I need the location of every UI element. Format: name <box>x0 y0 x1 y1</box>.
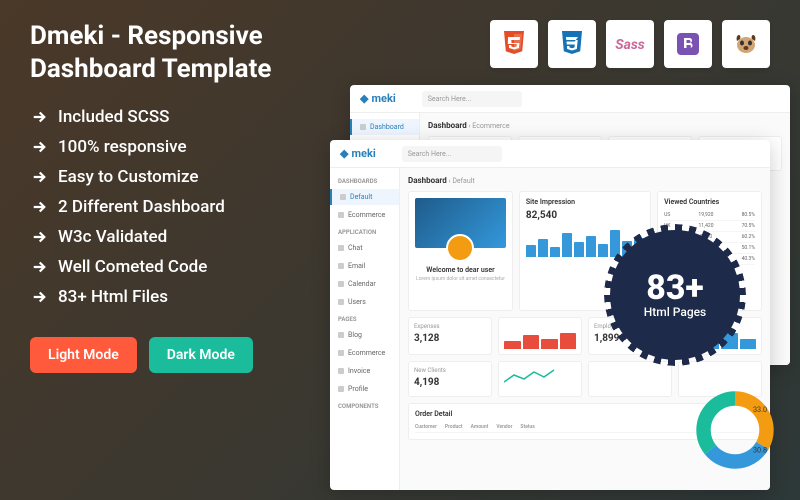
light-mode-button[interactable]: Light Mode <box>30 337 137 373</box>
svg-text:30.8: 30.8 <box>753 446 767 455</box>
sidebar-heading: Components <box>330 399 399 414</box>
breadcrumb: Dashboard › Ecommerce <box>428 121 782 130</box>
feature-text: 100% responsive <box>58 137 187 157</box>
arrow-icon <box>30 168 48 186</box>
feature-text: Well Cometed Code <box>58 257 207 277</box>
sidebar-heading: Dashboards <box>330 174 399 189</box>
expenses-card: Expenses3,128 <box>408 317 492 355</box>
page-title: Dmeki - Responsive Dashboard Template <box>30 20 360 85</box>
svg-text:Sass: Sass <box>615 37 645 53</box>
arrow-icon <box>30 228 48 246</box>
sidebar-item-ecommerce[interactable]: Ecommerce <box>330 207 399 223</box>
welcome-sub: Lorem ipsum dolor sit amet consectetur <box>415 276 506 282</box>
newclients-card: New Clients4,198 <box>408 361 492 397</box>
sidebar-item-dashboard[interactable]: Dashboard <box>350 119 419 135</box>
sidebar-item-default[interactable]: Default <box>330 189 399 205</box>
feature-list: Included SCSS 100% responsive Easy to Cu… <box>30 107 360 307</box>
profile-card: Welcome to dear user Lorem ipsum dolor s… <box>408 191 513 311</box>
css3-icon <box>548 20 596 68</box>
html5-icon <box>490 20 538 68</box>
feature-text: 83+ Html Files <box>58 287 168 307</box>
arrow-icon <box>30 108 48 126</box>
sidebar: Dashboards Default Ecommerce Application… <box>330 168 400 490</box>
arrow-icon <box>30 198 48 216</box>
pages-badge: 83+ Html Pages <box>610 230 740 360</box>
search-input[interactable]: Search Here... <box>422 91 522 107</box>
donut-chart: 33.0 30.8 <box>690 385 780 475</box>
breadcrumb: Dashboard › Default <box>408 176 762 185</box>
badge-number: 83+ <box>646 271 704 305</box>
sidebar-item-blog[interactable]: Blog <box>330 327 399 343</box>
sidebar-item-calendar[interactable]: Calendar <box>330 276 399 292</box>
dark-mode-button[interactable]: Dark Mode <box>149 337 253 373</box>
avatar <box>446 234 474 262</box>
sass-icon: Sass <box>606 20 654 68</box>
sidebar-heading: Application <box>330 225 399 240</box>
feature-text: 2 Different Dashboard <box>58 197 225 217</box>
sidebar-item-profile[interactable]: Profile <box>330 381 399 397</box>
arrow-icon <box>30 138 48 156</box>
feature-text: Easy to Customize <box>58 167 198 187</box>
bootstrap-icon <box>664 20 712 68</box>
sidebar-item-email[interactable]: Email <box>330 258 399 274</box>
sidebar-heading: Pages <box>330 312 399 327</box>
feature-text: Included SCSS <box>58 107 169 127</box>
badge-text: Html Pages <box>644 305 706 319</box>
search-input[interactable]: Search Here... <box>402 146 502 162</box>
welcome-text: Welcome to dear user <box>415 266 506 274</box>
logo: ◆meki <box>360 92 396 105</box>
svg-text:33.0: 33.0 <box>753 405 767 414</box>
sidebar-item-ecommerce2[interactable]: Ecommerce <box>330 345 399 361</box>
arrow-icon <box>30 258 48 276</box>
sidebar-item-invoice[interactable]: Invoice <box>330 363 399 379</box>
logo: ◆meki <box>340 147 376 160</box>
sidebar-item-chat[interactable]: Chat <box>330 240 399 256</box>
feature-text: W3c Validated <box>58 227 167 247</box>
tech-icons-row: Sass <box>490 20 770 68</box>
arrow-icon <box>30 288 48 306</box>
sidebar-item-users[interactable]: Users <box>330 294 399 310</box>
pug-icon <box>722 20 770 68</box>
